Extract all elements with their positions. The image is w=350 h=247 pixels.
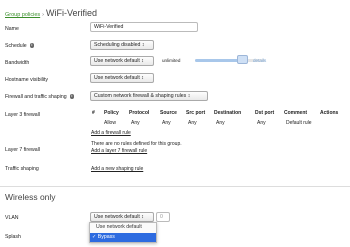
bandwidth-select[interactable]: Use network default ↕ [90, 56, 154, 66]
layer7-firewall-label: Layer 7 firewall [5, 147, 40, 153]
table-header-cell: Src port [186, 110, 206, 116]
info-icon[interactable]: i [69, 94, 75, 99]
schedule-label: Schedule [5, 43, 27, 49]
table-cell: Any [162, 120, 171, 126]
dropdown-option-use-network-default[interactable]: Use network default [90, 223, 156, 232]
breadcrumb-group-policies-link[interactable]: Group policies [5, 12, 40, 18]
vlan-select[interactable]: Use network default ↕ [90, 212, 154, 222]
table-cell: Default rule [286, 120, 312, 126]
table-cell: Any [216, 120, 225, 126]
dropdown-option-bypass[interactable]: ✓ Bypass [90, 232, 156, 242]
table-header-cell: Policy [104, 110, 119, 116]
firewall-shaping-label: Firewall and traffic shaping [5, 94, 67, 100]
table-header-cell: Destination [214, 110, 242, 116]
table-header-cell: Actions [320, 110, 339, 116]
page-header: Group policies › WiFi-Verified [5, 3, 97, 21]
bandwidth-slider-fill [195, 59, 241, 62]
table-cell: Any [131, 120, 140, 126]
add-firewall-rule-link[interactable]: Add a firewall rule [91, 130, 131, 136]
splash-label: Splash [5, 234, 21, 240]
table-header-cell: Protocol [129, 110, 150, 116]
name-label: Name [5, 26, 19, 32]
vlan-label: VLAN [5, 215, 19, 221]
breadcrumb-separator: › [42, 12, 45, 18]
layer3-firewall-label: Layer 3 firewall [5, 112, 40, 118]
table-header-cell: Source [160, 110, 177, 116]
bandwidth-details-link[interactable]: details [253, 58, 266, 63]
vlan-number-input[interactable]: 0 [156, 212, 170, 222]
firewall-shaping-label-row: Firewall and traffic shaping i [5, 94, 75, 100]
firewall-shaping-select[interactable]: Custom network firewall & shaping rules … [90, 91, 208, 101]
add-shaping-rule-link[interactable]: Add a new shaping rule [91, 166, 143, 172]
bandwidth-slider-handle[interactable] [237, 55, 248, 64]
table-header-cell: Dst port [255, 110, 275, 116]
add-layer7-rule-link[interactable]: Add a layer 7 firewall rule [91, 148, 147, 154]
layer7-empty-text: There are no rules defined for this grou… [91, 141, 182, 147]
schedule-label-row: Schedule i [5, 43, 35, 49]
info-icon[interactable]: i [29, 43, 35, 48]
vlan-dropdown-menu: Use network default ✓ Bypass [89, 222, 157, 243]
schedule-select[interactable]: Scheduling disabled ↕ [90, 40, 154, 50]
table-header-cell: # [92, 110, 95, 116]
page-title: WiFi-Verified [46, 8, 98, 18]
table-header-cell: Comment [284, 110, 308, 116]
wireless-only-heading: Wireless only [5, 192, 56, 202]
hostname-visibility-label: Hostname visibility [5, 77, 48, 83]
table-cell: Any [188, 120, 197, 126]
hostname-visibility-select[interactable]: Use network default ↕ [90, 73, 154, 83]
table-cell: Allow [104, 120, 116, 126]
traffic-shaping-label: Traffic shaping [5, 166, 39, 172]
bandwidth-unlimited-text: unlimited [162, 58, 181, 63]
section-divider [0, 186, 350, 187]
table-cell: Any [257, 120, 266, 126]
name-input[interactable]: WiFi-Verified [90, 22, 198, 32]
bandwidth-label: Bandwidth [5, 60, 30, 66]
